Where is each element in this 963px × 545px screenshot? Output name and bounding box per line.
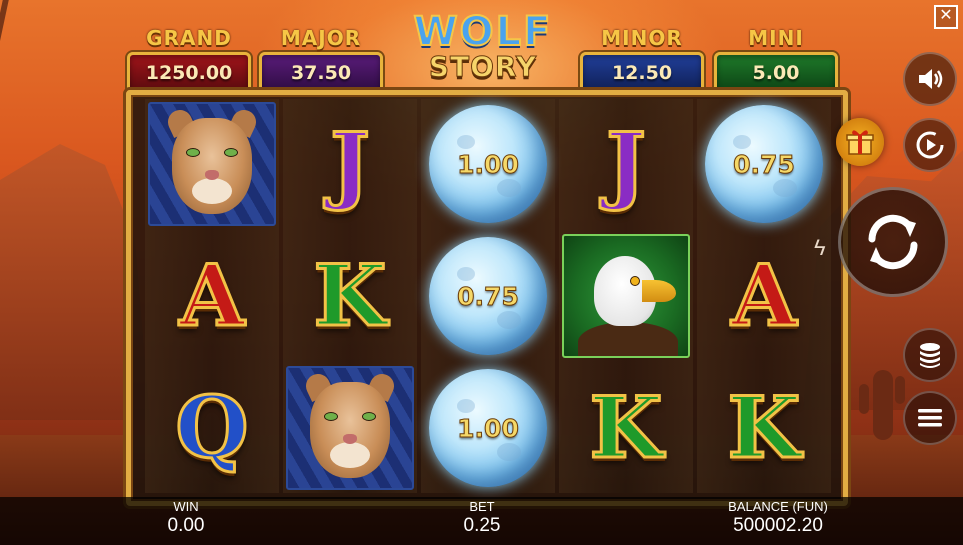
reel-frame: A Q J K 1.00 0.75 1.00 J K 0.75 A K (126, 90, 848, 506)
reel-symbol-moon: 0.75 (423, 233, 553, 359)
reel-symbol-a: A (730, 246, 798, 345)
jackpot-grand-value: 1250.00 (127, 52, 251, 94)
close-button[interactable]: ✕ (934, 5, 958, 29)
balance-value: 500002.20 (733, 515, 823, 536)
speaker-icon (919, 69, 943, 89)
jackpot-minor-label: MINOR (601, 26, 683, 50)
moon-icon: 0.75 (705, 105, 823, 223)
reel-4: J K (559, 99, 693, 493)
reel-5: 0.75 A K (697, 99, 831, 493)
puma-icon (148, 102, 276, 226)
reel-symbol-eagle (561, 233, 691, 359)
win-value: 0.00 (167, 515, 205, 536)
reel-3: 1.00 0.75 1.00 (421, 99, 555, 493)
reel-symbol-puma (285, 365, 415, 491)
jackpot-major-value: 37.50 (259, 52, 383, 94)
spin-button[interactable] (838, 187, 948, 297)
menu-icon (918, 409, 942, 427)
spin-icon (868, 214, 918, 270)
moon-icon: 1.00 (429, 105, 547, 223)
tree-silhouette (0, 0, 89, 120)
reel-symbol-k: K (726, 378, 802, 477)
reel-1: A Q (145, 99, 279, 493)
eagle-icon (562, 234, 690, 358)
reel-symbol-moon: 1.00 (423, 101, 553, 227)
win-label: WIN (173, 499, 199, 514)
sound-button[interactable] (903, 52, 957, 106)
jackpot-mini-label: MINI (748, 26, 804, 50)
close-icon: ✕ (939, 7, 953, 24)
moon-icon: 0.75 (429, 237, 547, 355)
puma-icon (286, 366, 414, 490)
turbo-button[interactable]: ϟ (814, 235, 826, 261)
coins-icon (920, 343, 940, 368)
jackpot-major-label: MAJOR (280, 26, 362, 50)
reel-symbol-j: J (605, 114, 648, 213)
jackpot-minor: MINOR 12.50 (580, 26, 704, 94)
reel-symbol-moon: 0.75 (699, 101, 829, 227)
bet-button[interactable] (903, 328, 957, 382)
lightning-icon: ϟ (814, 235, 826, 260)
reel-symbol-j: J (329, 114, 372, 213)
bonus-button[interactable] (836, 118, 884, 166)
bet-display[interactable]: BET 0.25 (442, 499, 522, 537)
menu-button[interactable] (903, 391, 957, 445)
reel-symbol-a: A (178, 246, 246, 345)
jackpot-grand: GRAND 1250.00 (127, 26, 251, 94)
reel-symbol-k: K (588, 378, 664, 477)
gift-icon (846, 130, 874, 155)
reel-symbol-q: Q (174, 378, 250, 477)
logo-title-bottom: STORY (428, 50, 538, 83)
jackpot-mini-value: 5.00 (714, 52, 838, 94)
moon-icon: 1.00 (429, 369, 547, 487)
autoplay-icon (916, 131, 944, 159)
jackpot-major: MAJOR 37.50 (259, 26, 383, 94)
balance-display: BALANCE (FUN) 500002.20 (700, 499, 856, 537)
cactus (859, 370, 905, 440)
reel-symbol-k: K (312, 246, 388, 345)
jackpot-minor-value: 12.50 (580, 52, 704, 94)
jackpot-mini: MINI 5.00 (714, 26, 838, 94)
balance-label: BALANCE (FUN) (728, 499, 828, 514)
win-display: WIN 0.00 (146, 499, 226, 537)
status-bar: WIN 0.00 BET 0.25 BALANCE (FUN) 500002.2… (0, 497, 963, 545)
bet-label: BET (469, 499, 495, 514)
jackpot-grand-label: GRAND (146, 26, 232, 50)
reel-2: J K (283, 99, 417, 493)
logo-title-top: WOLF (413, 9, 553, 55)
reel-symbol-puma (147, 101, 277, 227)
autoplay-button[interactable] (903, 118, 957, 172)
bet-value: 0.25 (463, 515, 501, 536)
reel-symbol-moon: 1.00 (423, 365, 553, 491)
game-logo: WOLF STORY (388, 9, 578, 90)
